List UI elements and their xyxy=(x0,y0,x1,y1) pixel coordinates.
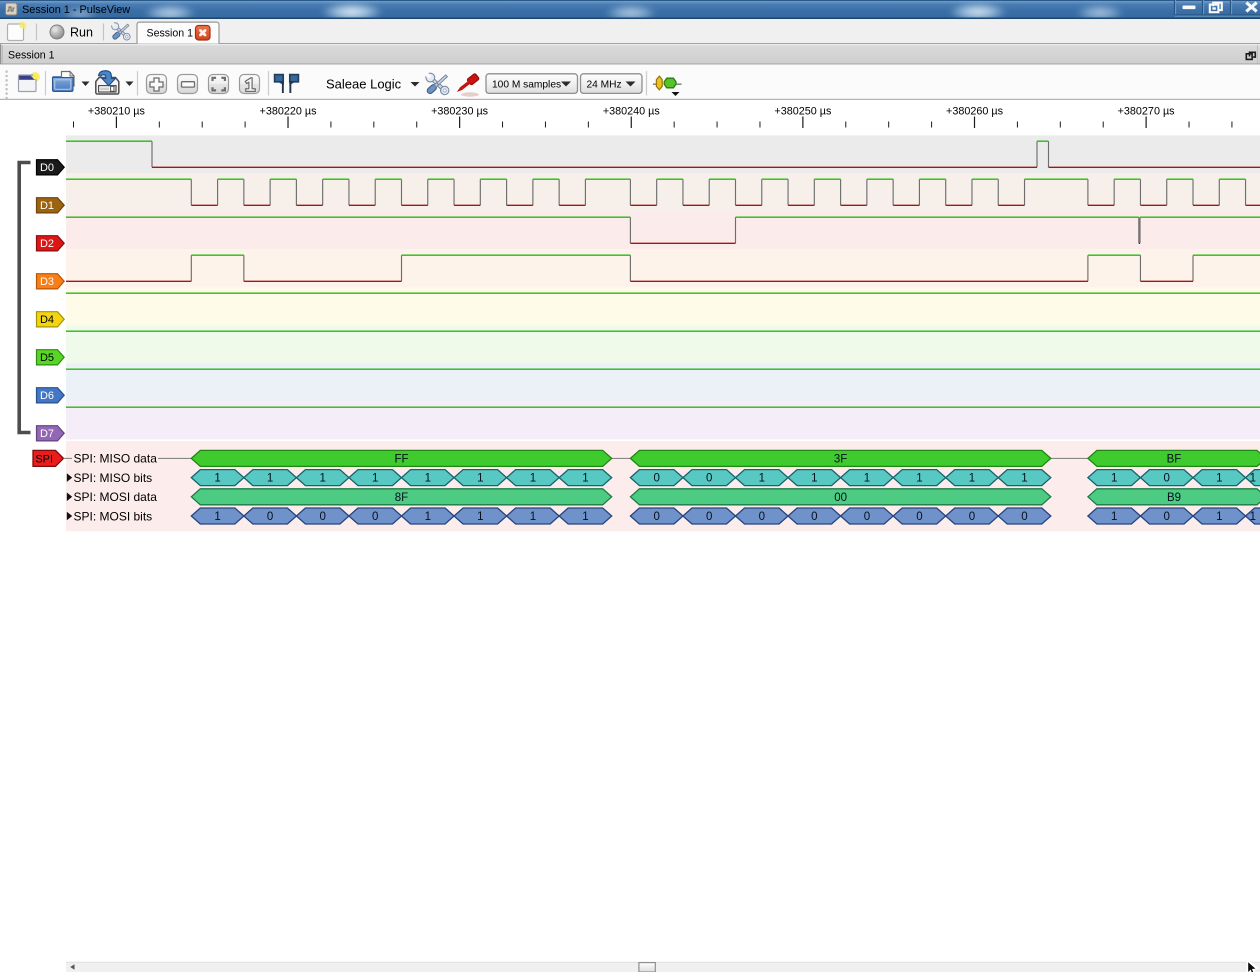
svg-text:00: 00 xyxy=(834,492,847,504)
svg-text:SPI: MISO data: SPI: MISO data xyxy=(74,452,158,466)
svg-text:3F: 3F xyxy=(834,454,847,466)
svg-text:B9: B9 xyxy=(1167,492,1181,504)
svg-text:+380220 µs: +380220 µs xyxy=(260,105,318,117)
svg-text:1: 1 xyxy=(477,511,483,523)
svg-text:D0: D0 xyxy=(40,162,54,174)
svg-text:1: 1 xyxy=(372,473,378,485)
svg-text:1: 1 xyxy=(530,511,536,523)
svg-text:1: 1 xyxy=(759,473,765,485)
svg-text:SPI: MOSI data: SPI: MOSI data xyxy=(74,490,158,504)
svg-text:+380270 µs: +380270 µs xyxy=(1118,105,1176,117)
svg-text:+380260 µs: +380260 µs xyxy=(946,105,1004,117)
svg-text:1: 1 xyxy=(1216,511,1222,523)
svg-text:0: 0 xyxy=(319,511,325,523)
svg-text:+380250 µs: +380250 µs xyxy=(774,105,832,117)
svg-text:0: 0 xyxy=(706,511,712,523)
svg-text:24 MHz: 24 MHz xyxy=(587,80,622,91)
svg-text:D2: D2 xyxy=(40,238,54,250)
svg-text:1: 1 xyxy=(969,473,975,485)
svg-text:+380210 µs: +380210 µs xyxy=(88,105,146,117)
svg-text:D5: D5 xyxy=(40,352,54,364)
svg-text:0: 0 xyxy=(864,511,870,523)
svg-text:BF: BF xyxy=(1167,454,1182,466)
svg-text:100 M samples: 100 M samples xyxy=(492,80,561,91)
svg-text:SPI: MOSI bits: SPI: MOSI bits xyxy=(74,509,153,523)
svg-text:1: 1 xyxy=(1111,511,1117,523)
svg-text:1: 1 xyxy=(811,473,817,485)
svg-text:Session 1: Session 1 xyxy=(8,50,55,62)
svg-text:1: 1 xyxy=(1021,473,1027,485)
svg-text:0: 0 xyxy=(811,511,817,523)
svg-text:1: 1 xyxy=(916,473,922,485)
svg-text:0: 0 xyxy=(267,511,273,523)
svg-text:1: 1 xyxy=(1216,473,1222,485)
svg-text:D7: D7 xyxy=(40,428,54,440)
svg-text:0: 0 xyxy=(916,511,922,523)
svg-text:1: 1 xyxy=(530,473,536,485)
svg-text:0: 0 xyxy=(759,511,765,523)
svg-text:D3: D3 xyxy=(40,276,54,288)
svg-text:SPI: SPI xyxy=(35,453,53,465)
svg-text:1: 1 xyxy=(582,511,588,523)
svg-text:FF: FF xyxy=(394,454,408,466)
svg-text:0: 0 xyxy=(1163,473,1169,485)
svg-text:0: 0 xyxy=(969,511,975,523)
svg-text:0: 0 xyxy=(1163,511,1169,523)
svg-text:8F: 8F xyxy=(395,492,408,504)
svg-text:1: 1 xyxy=(582,473,588,485)
svg-text:1: 1 xyxy=(425,473,431,485)
svg-text:1: 1 xyxy=(864,473,870,485)
svg-text:1: 1 xyxy=(1250,511,1256,523)
svg-text:1: 1 xyxy=(477,473,483,485)
svg-text:+380230 µs: +380230 µs xyxy=(431,105,489,117)
svg-text:D4: D4 xyxy=(40,314,54,326)
svg-text:SPI: MISO bits: SPI: MISO bits xyxy=(74,471,153,485)
svg-text:Session 1: Session 1 xyxy=(147,28,194,40)
svg-text:D6: D6 xyxy=(40,390,54,402)
svg-text:D1: D1 xyxy=(40,200,54,212)
svg-text:1: 1 xyxy=(319,473,325,485)
svg-text:1: 1 xyxy=(1111,473,1117,485)
svg-text:0: 0 xyxy=(706,473,712,485)
svg-text:0: 0 xyxy=(372,511,378,523)
svg-text:1: 1 xyxy=(1250,473,1256,485)
svg-text:+380240 µs: +380240 µs xyxy=(603,105,661,117)
svg-text:1: 1 xyxy=(425,511,431,523)
svg-text:1: 1 xyxy=(267,473,273,485)
svg-text:1: 1 xyxy=(214,511,220,523)
svg-text:Session 1 - PulseView: Session 1 - PulseView xyxy=(22,4,130,16)
svg-text:Saleae Logic: Saleae Logic xyxy=(326,76,402,91)
svg-text:0: 0 xyxy=(653,511,659,523)
svg-text:1: 1 xyxy=(214,473,220,485)
svg-text:Run: Run xyxy=(70,25,93,39)
svg-text:0: 0 xyxy=(1021,511,1027,523)
svg-text:0: 0 xyxy=(653,473,659,485)
